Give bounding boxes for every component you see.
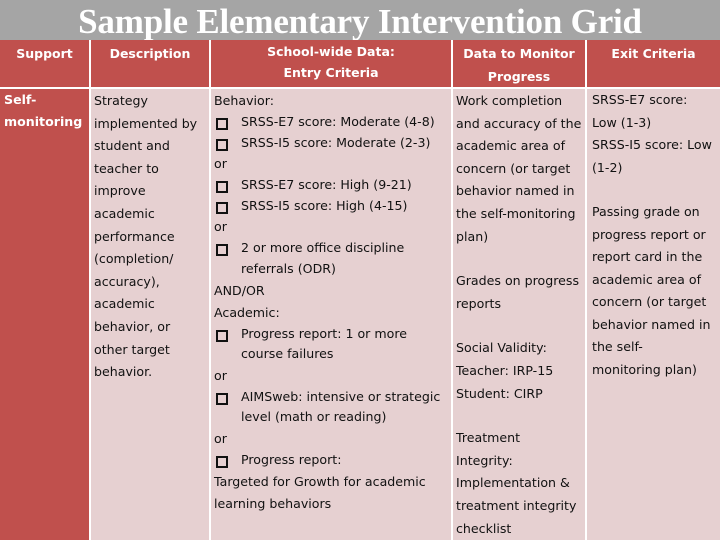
criterion-course-failures[interactable]: Progress report: 1 or more (214, 324, 449, 345)
description-line: other target (94, 341, 170, 357)
exit-line: behavior named in (592, 316, 711, 332)
criterion-srss-e7-high[interactable]: SRSS-E7 score: High (9-21) (214, 175, 449, 196)
or-separator: or (214, 219, 227, 235)
checkbox-icon[interactable] (216, 138, 228, 151)
or-separator: or (214, 430, 227, 446)
criterion-odr-cont: referrals (ODR) (241, 260, 336, 276)
header-monitor-line2: Progress (487, 69, 551, 84)
criterion-srss-i5-moderate[interactable]: SRSS-I5 score: Moderate (2-3) (214, 133, 449, 154)
monitor-line: Teacher: IRP-15 (456, 362, 554, 378)
header-entry-criteria: School-wide Data: Entry Criteria (211, 40, 451, 87)
monitor-line: treatment integrity (456, 497, 577, 513)
header-support-label: Support (16, 46, 73, 61)
exit-line: (1-2) (592, 159, 623, 175)
description-line: accuracy), (94, 273, 160, 289)
criterion-progress-report[interactable]: Progress report: (214, 450, 449, 471)
exit-criteria-cell: SRSS-E7 score: Low (1-3) SRSS-I5 score: … (587, 89, 720, 540)
monitor-line: Treatment (456, 430, 521, 446)
description-line: Strategy (94, 93, 148, 108)
checkbox-icon[interactable] (216, 392, 228, 405)
checkbox-icon[interactable] (216, 201, 228, 214)
monitor-line: checklist (456, 520, 512, 536)
monitor-line: and accuracy of the (456, 115, 582, 131)
exit-line: SRSS-E7 score: (592, 92, 688, 107)
exit-line: report card in the (592, 249, 703, 264)
or-separator: or (214, 367, 227, 383)
criterion-odr[interactable]: 2 or more office discipline (214, 238, 449, 259)
academic-label: Academic: (214, 304, 280, 320)
exit-line: monitoring plan) (592, 361, 697, 377)
support-cell: Self- monitoring (0, 89, 89, 540)
monitor-line: Work completion (456, 93, 563, 108)
monitor-line: reports (456, 295, 502, 311)
exit-line: concern (or target (592, 294, 707, 309)
description-line: academic (94, 296, 155, 312)
criterion-aimsweb-cont: level (math or reading) (241, 409, 387, 425)
header-monitor-progress: Data to Monitor Progress (453, 40, 585, 87)
monitor-line: Social Validity: (456, 340, 547, 356)
monitor-line: the self-monitoring (456, 205, 576, 221)
description-line: student and (94, 138, 170, 154)
monitor-line: plan) (456, 228, 489, 244)
monitor-line: Grades on progress (456, 273, 580, 289)
exit-line: Passing grade on (592, 204, 700, 219)
description-cell: Strategy implemented by student and teac… (91, 89, 209, 540)
checkbox-icon[interactable] (216, 181, 228, 194)
description-line: behavior. (94, 364, 153, 380)
checkbox-icon[interactable] (216, 455, 228, 468)
exit-line: progress report or (592, 226, 706, 242)
exit-line: Low (1-3) (592, 114, 652, 130)
and-or-label: AND/OR (214, 282, 265, 298)
header-description-label: Description (109, 46, 191, 61)
description-line: improve (94, 183, 146, 199)
exit-line: academic area of (592, 271, 702, 287)
header-exit-criteria: Exit Criteria (587, 40, 720, 87)
monitor-progress-cell: Work completion and accuracy of the acad… (453, 89, 585, 540)
description-line: implemented by (94, 115, 198, 131)
header-description: Description (91, 40, 209, 87)
checkbox-icon[interactable] (216, 244, 228, 257)
monitor-line: behavior named in (456, 183, 575, 199)
criterion-srss-e7-moderate[interactable]: SRSS-E7 score: Moderate (4-8) (214, 112, 449, 133)
targeted-for-growth-line: learning behaviors (214, 495, 332, 511)
targeted-for-growth-line: Targeted for Growth for academic (214, 473, 426, 489)
behavior-label: Behavior: (214, 93, 274, 108)
monitor-line: academic area of (456, 138, 566, 154)
header-entry-line1: School-wide Data: (267, 44, 395, 59)
monitor-line: Student: CIRP (456, 385, 543, 401)
description-line: teacher to (94, 160, 159, 176)
header-monitor-line1: Data to Monitor (463, 46, 575, 61)
page-title: Sample Elementary Intervention Grid (78, 2, 642, 41)
checkbox-icon[interactable] (216, 118, 228, 130)
criterion-course-failures-cont: course failures (241, 346, 334, 362)
exit-line: the self- (592, 339, 643, 354)
checkbox-icon[interactable] (216, 329, 228, 342)
monitor-line: Integrity: (456, 452, 513, 468)
support-line: Self- (4, 92, 37, 107)
description-line: behavior, or (94, 318, 171, 334)
support-line: monitoring (4, 114, 83, 129)
description-line: academic (94, 205, 155, 221)
description-line: (completion/ (94, 251, 174, 267)
header-support: Support (0, 40, 89, 87)
header-exit-label: Exit Criteria (611, 46, 696, 61)
monitor-line: concern (or target (456, 160, 571, 176)
description-line: performance (94, 228, 175, 244)
intervention-grid-table: Support Description School-wide Data: En… (0, 40, 720, 540)
or-separator: or (214, 156, 227, 172)
exit-line: SRSS-I5 score: Low (592, 137, 712, 152)
header-entry-line2: Entry Criteria (283, 64, 379, 80)
monitor-line: Implementation & (456, 475, 570, 491)
criterion-aimsweb[interactable]: AIMSweb: intensive or strategic (214, 387, 449, 408)
entry-criteria-cell: Behavior: SRSS-E7 score: Moderate (4-8) … (211, 89, 451, 540)
criterion-srss-i5-high[interactable]: SRSS-I5 score: High (4-15) (214, 196, 449, 217)
